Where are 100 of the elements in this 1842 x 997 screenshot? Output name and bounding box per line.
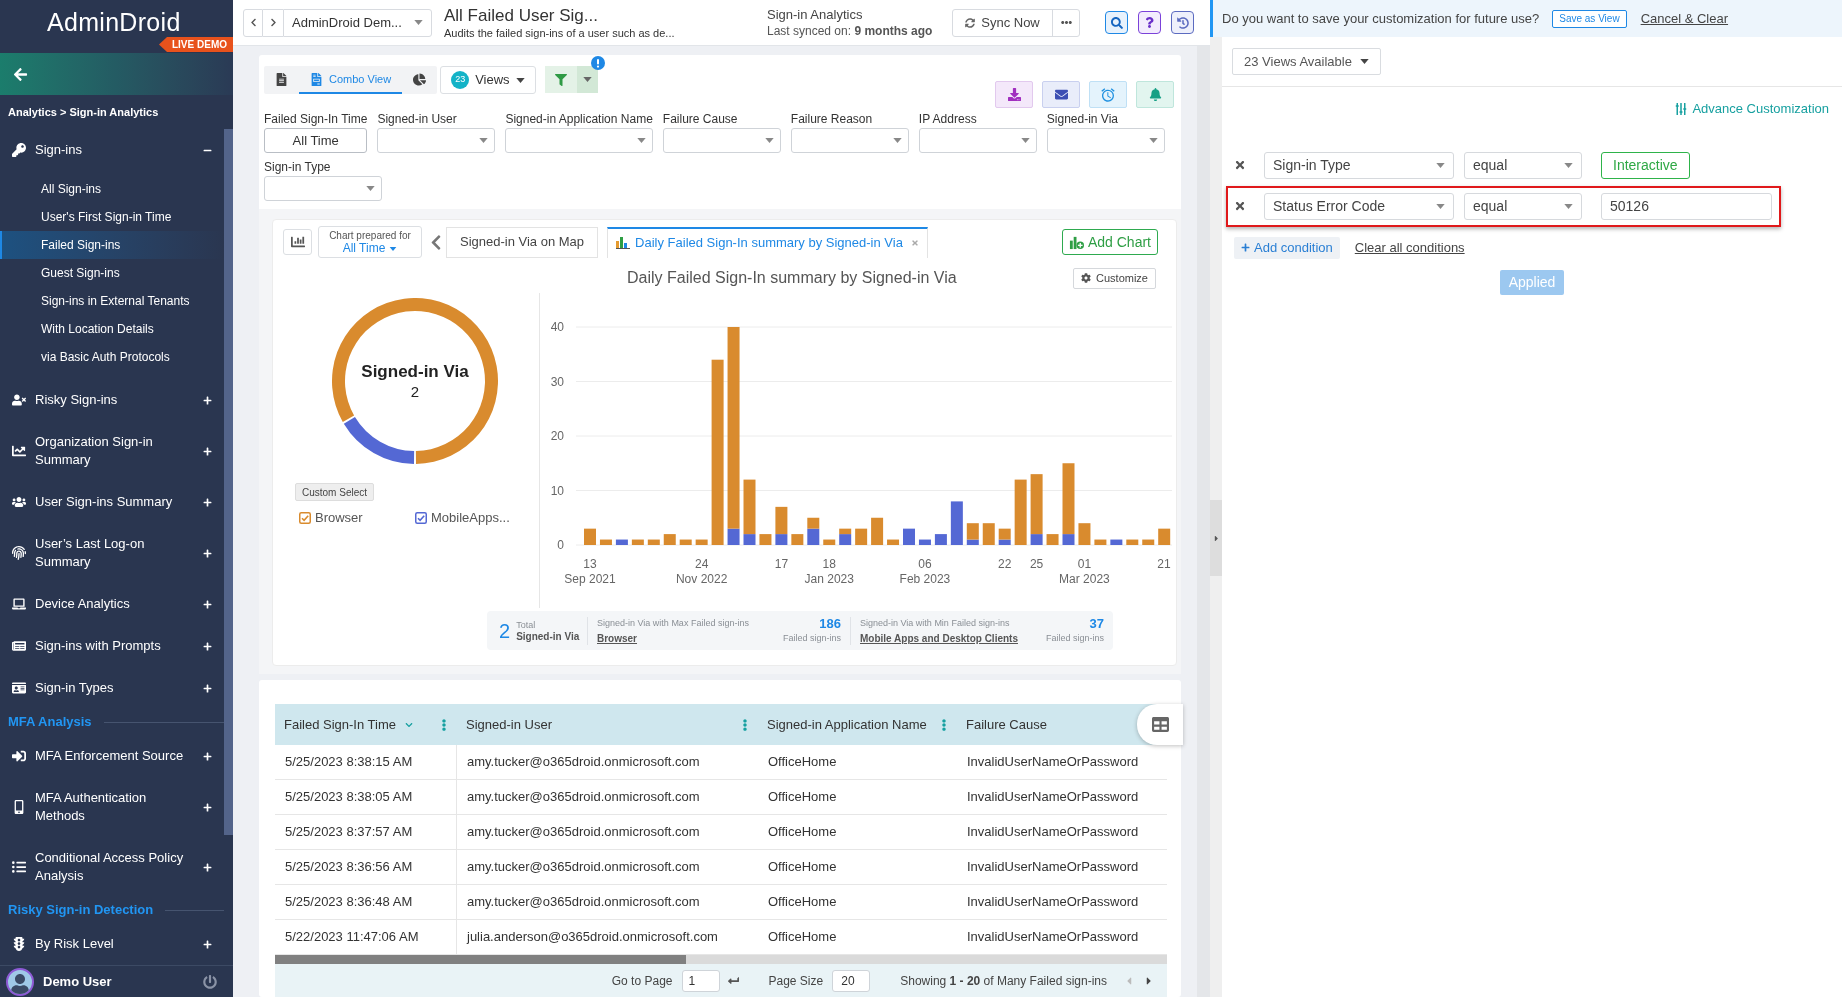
page-size-input[interactable]: 20: [832, 969, 871, 992]
bar-segment: [647, 539, 660, 545]
nav-item[interactable]: User's First Sign-in Time: [0, 203, 224, 231]
save-as-view-button[interactable]: Save as View: [1552, 9, 1627, 28]
views-dropdown[interactable]: 23 Views Available: [1232, 48, 1381, 75]
add-condition-button[interactable]: Add condition: [1234, 236, 1340, 259]
column-header[interactable]: Failed Sign-In Time: [275, 704, 457, 745]
axis-label: 30: [550, 374, 564, 389]
alert-button[interactable]: [1136, 81, 1174, 108]
caret-icon: [764, 138, 774, 143]
bar-chart-icon: [616, 237, 631, 249]
filter-label: Failure Cause: [662, 111, 739, 127]
bar-segment: [1110, 539, 1123, 545]
column-header[interactable]: Signed-in User: [457, 704, 758, 745]
panel-splitter-handle[interactable]: [1210, 500, 1222, 576]
operator-dropdown[interactable]: equal: [1464, 192, 1582, 220]
banner-question: Do you want to save your customization for future use?: [1222, 9, 1540, 28]
bar-segment: [759, 534, 772, 545]
search-button[interactable]: [1105, 11, 1128, 34]
chevron-right-icon: [268, 18, 278, 27]
history-button[interactable]: [1171, 11, 1194, 34]
document-icon: [275, 72, 288, 86]
donut-total: 2: [410, 381, 420, 402]
stat-link[interactable]: Mobile Apps and Desktop Clients: [860, 631, 1018, 645]
nav-item[interactable]: Sign-ins in External Tenants: [0, 287, 224, 315]
time-range-button[interactable]: All Time: [264, 128, 368, 153]
nav-group[interactable]: MFA Enforcement Source: [0, 735, 224, 777]
export-button[interactable]: [995, 81, 1033, 108]
horizontal-scrollbar-thumb[interactable]: [275, 955, 686, 964]
help-button[interactable]: [1138, 11, 1161, 34]
live-demo-ribbon: LIVE DEMO: [159, 37, 233, 52]
donut-title: Signed-in Via: [361, 360, 469, 382]
scrollbar-thumb[interactable]: [224, 129, 233, 835]
views-dropdown[interactable]: 23 Views: [440, 66, 536, 94]
customize-button[interactable]: Customize: [1073, 267, 1156, 289]
bar-segment: [615, 539, 628, 545]
nav-group[interactable]: Sign-ins with Prompts: [0, 625, 224, 667]
nav-group[interactable]: User’s Last Log-on Summary: [0, 523, 224, 583]
table-cell-text: 5/25/2023 8:38:05 AM: [284, 788, 413, 807]
column-header[interactable]: Failure Cause: [957, 704, 1054, 745]
filter-button[interactable]: [544, 66, 577, 93]
laptop-icon: [12, 597, 26, 611]
column-settings-button[interactable]: [1137, 704, 1183, 745]
chart-tab[interactable]: Daily Failed Sign-In summary by Signed-in Via: [607, 226, 928, 258]
schedule-button[interactable]: [1089, 81, 1127, 108]
nav-group[interactable]: User Sign-ins Summary: [0, 481, 224, 523]
nav-group[interactable]: Device Analytics: [0, 583, 224, 625]
column-header[interactable]: Signed-in Application Name: [758, 704, 957, 745]
legend-checkbox[interactable]: [415, 511, 427, 524]
page-input[interactable]: 1: [681, 969, 720, 992]
report-dropdown[interactable]: AdminDroid Dem...: [283, 8, 432, 37]
condition-field-dropdown[interactable]: Status Error Code: [1264, 192, 1454, 220]
cancel-clear-link[interactable]: Cancel & Clear: [1640, 8, 1729, 29]
remove-condition-button[interactable]: [1233, 158, 1247, 172]
module-name: Sign-in Analytics: [767, 6, 864, 23]
remove-condition-button[interactable]: [1233, 199, 1247, 213]
nav-group[interactable]: Sign-ins: [0, 129, 224, 171]
nav-item[interactable]: Guest Sign-ins: [0, 259, 224, 287]
nav-item[interactable]: All Sign-ins: [0, 175, 224, 203]
caret-icon: [582, 77, 592, 82]
nav-group[interactable]: By Risk Level: [0, 923, 224, 965]
nav-group[interactable]: Organization Sign-in Summary: [0, 421, 224, 481]
nav-item[interactable]: With Location Details: [0, 315, 224, 343]
nav-group[interactable]: Conditional Access Policy Analysis: [0, 837, 224, 897]
custom-select-button[interactable]: Custom Select: [295, 483, 375, 501]
legend-checkbox[interactable]: [299, 511, 311, 524]
email-button[interactable]: [1042, 81, 1080, 108]
nav-group[interactable]: Sign-in Types: [0, 667, 224, 709]
clear-conditions-link[interactable]: Clear all conditions: [1354, 237, 1465, 258]
add-chart-button[interactable]: Add Chart: [1061, 229, 1158, 255]
forward-nav-button[interactable]: [263, 8, 283, 37]
chart-tab[interactable]: Signed-in Via on Map: [446, 226, 599, 258]
back-nav-button[interactable]: [243, 8, 263, 37]
chart-type-button[interactable]: [283, 229, 312, 255]
bar-segment: [871, 517, 884, 545]
condition-field-dropdown[interactable]: Sign-in Type: [1264, 151, 1454, 179]
chart-title: Daily Failed Sign-In summary by Signed-in Via: [627, 268, 957, 288]
plus-icon: [1241, 243, 1250, 252]
bar-segment: [934, 534, 947, 545]
bar-segment: [695, 539, 708, 545]
stat-count: 37: [1089, 616, 1104, 630]
operator-dropdown[interactable]: equal: [1464, 151, 1582, 179]
nav-item[interactable]: via Basic Auth Protocols: [0, 343, 224, 371]
close-icon: [1234, 200, 1246, 212]
bar-segment: [791, 534, 804, 545]
nav-group[interactable]: MFA Authentication Methods: [0, 777, 224, 837]
history-icon: [1176, 16, 1189, 29]
views-count: 23: [451, 71, 470, 89]
caret-icon: [1436, 162, 1445, 168]
value-input[interactable]: 50126: [1601, 192, 1772, 220]
back-button[interactable]: [13, 66, 28, 82]
nav-group[interactable]: Risky Sign-ins: [0, 379, 224, 421]
caret-icon: [1148, 138, 1158, 143]
alarm-clock-icon: [1100, 86, 1116, 103]
power-button[interactable]: [203, 974, 217, 989]
chart-period-dropdown[interactable]: Chart prepared for All Time: [318, 226, 422, 258]
sort-icon: [405, 720, 413, 729]
total-count: 2: [499, 618, 511, 643]
page-title: All Failed User Sig...: [444, 5, 599, 26]
stat-link[interactable]: Browser: [597, 631, 749, 645]
